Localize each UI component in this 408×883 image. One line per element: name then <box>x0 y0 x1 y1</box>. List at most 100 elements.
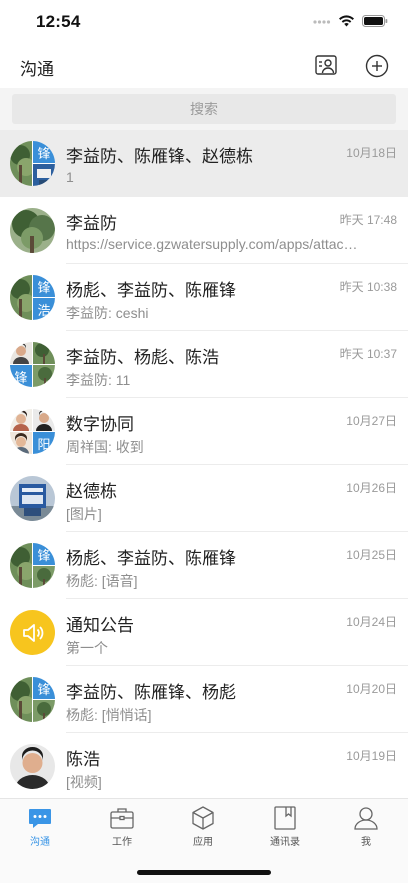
contact-card-icon <box>315 55 337 75</box>
status-time: 12:54 <box>36 12 81 31</box>
chat-item[interactable]: 锋 李益防、陈雁锋、杨彪 杨彪: [悄悄话] 10月20日 <box>0 666 408 733</box>
tree-photo <box>33 342 55 364</box>
status-icons <box>313 15 388 27</box>
signal-icon <box>313 20 331 24</box>
sign-photo <box>33 164 55 186</box>
group-avatar: 阳 <box>10 409 55 454</box>
speaker-icon <box>22 623 43 642</box>
add-button[interactable] <box>363 52 391 80</box>
tree-photo <box>10 275 32 320</box>
group-avatar: 锋 <box>10 677 55 722</box>
chat-time: 10月26日 <box>346 481 397 495</box>
tree-photo <box>33 365 55 387</box>
home-indicator <box>137 870 271 875</box>
chat-name: 杨彪、李益防、陈雁锋 <box>66 281 236 300</box>
chat-preview: [视频] <box>66 774 102 790</box>
chat-preview: 周祥国: 收到 <box>66 439 144 455</box>
group-avatar: 锋 <box>10 342 55 387</box>
tab-apps[interactable]: 应用 <box>171 805 235 848</box>
chat-item[interactable]: 李益防 https://service.gzwatersupply.com/ap… <box>0 197 408 264</box>
contact-avatar <box>10 208 55 253</box>
chat-bubble-icon <box>29 809 51 828</box>
tab-label: 沟通 <box>30 837 50 848</box>
notice-avatar <box>10 610 55 655</box>
chat-item[interactable]: 锋 浩 杨彪、李益防、陈雁锋 李益防: ceshi 昨天 10:38 <box>0 264 408 331</box>
status-bar: 12:54 <box>0 0 408 44</box>
chat-item[interactable]: 锋 杨彪、李益防、陈雁锋 杨彪: [语音] 10月25日 <box>0 532 408 599</box>
chat-time: 10月19日 <box>346 749 397 763</box>
search-bar: 搜索 <box>0 88 408 130</box>
battery-icon <box>362 15 388 27</box>
chat-name: 李益防、陈雁锋、赵德栋 <box>66 147 253 166</box>
contact-avatar <box>10 476 55 521</box>
avatar-initial: 浩 <box>33 298 55 320</box>
chat-time: 昨天 10:38 <box>339 280 397 294</box>
chat-time: 10月25日 <box>346 548 397 562</box>
chat-item[interactable]: 赵德栋 [图片] 10月26日 <box>0 465 408 532</box>
cube-icon <box>192 806 214 830</box>
chat-item[interactable]: 通知公告 第一个 10月24日 <box>0 599 408 666</box>
tree-photo <box>10 677 32 722</box>
chat-time: 10月24日 <box>346 615 397 629</box>
tree-photo <box>10 208 55 253</box>
sign-photo <box>10 476 55 521</box>
tab-label: 工作 <box>112 837 132 848</box>
avatar-initial: 锋 <box>33 275 55 297</box>
avatar-initial: 锋 <box>10 365 32 387</box>
avatar-initial: 锋 <box>33 543 55 565</box>
tab-me[interactable]: 我 <box>334 805 398 848</box>
search-input[interactable]: 搜索 <box>12 94 396 124</box>
avatar-initial: 阳 <box>33 432 55 454</box>
contact-avatar <box>10 744 55 789</box>
chat-item[interactable]: 锋 李益防、陈雁锋、赵德栋 1 10月18日 <box>0 130 408 197</box>
chat-time: 昨天 10:37 <box>339 347 397 361</box>
chat-preview: 第一个 <box>66 640 108 656</box>
chat-preview: 李益防: ceshi <box>66 305 149 321</box>
page-title: 沟通 <box>20 60 54 79</box>
tab-label: 通讯录 <box>270 837 300 848</box>
tab-chat[interactable]: 沟通 <box>8 805 72 848</box>
chat-time: 10月20日 <box>346 682 397 696</box>
chat-name: 赵德栋 <box>66 482 117 501</box>
nav-bar: 沟通 <box>0 44 408 88</box>
chat-preview: 杨彪: [语音] <box>66 573 138 589</box>
wifi-icon <box>339 15 354 27</box>
chat-preview: 1 <box>66 169 74 185</box>
chat-preview: 李益防: 11 <box>66 372 131 388</box>
chat-name: 李益防、陈雁锋、杨彪 <box>66 683 236 702</box>
chat-item[interactable]: 阳 数字协同 周祥国: 收到 10月27日 <box>0 398 408 465</box>
chat-time: 昨天 17:48 <box>339 213 397 227</box>
chat-preview: [图片] <box>66 506 102 522</box>
tree-photo <box>33 566 55 588</box>
tab-contacts[interactable]: 通讯录 <box>253 805 317 848</box>
group-avatar: 锋 浩 <box>10 275 55 320</box>
chat-time: 10月27日 <box>346 414 397 428</box>
contact-card-button[interactable] <box>312 52 340 80</box>
address-book-icon <box>274 806 296 830</box>
tree-photo <box>33 700 55 722</box>
avatar-initial: 锋 <box>33 677 55 699</box>
person-photo <box>10 744 55 789</box>
person-photo <box>10 409 32 431</box>
chat-preview: 杨彪: [悄悄话] <box>66 707 152 723</box>
chat-preview: https://service.gzwatersupply.com/apps/a… <box>66 236 358 252</box>
chat-name: 李益防 <box>66 214 117 233</box>
person-photo <box>10 432 32 454</box>
group-avatar: 锋 <box>10 543 55 588</box>
chat-name: 陈浩 <box>66 750 100 769</box>
person-photo <box>10 342 32 364</box>
tab-label: 应用 <box>193 837 213 848</box>
chat-item[interactable]: 陈浩 [视频] 10月19日 <box>0 733 408 800</box>
tab-work[interactable]: 工作 <box>90 805 154 848</box>
group-avatar: 锋 <box>10 141 55 186</box>
tree-photo <box>10 543 32 588</box>
chat-item[interactable]: 锋 李益防、杨彪、陈浩 李益防: 11 昨天 10:37 <box>0 331 408 398</box>
person-icon <box>354 807 378 830</box>
tab-label: 我 <box>361 837 371 848</box>
chat-time: 10月18日 <box>346 146 397 160</box>
person-photo <box>33 409 55 431</box>
chat-name: 李益防、杨彪、陈浩 <box>66 348 219 367</box>
plus-circle-icon <box>365 54 389 78</box>
chat-name: 通知公告 <box>66 616 134 635</box>
chat-list: 锋 李益防、陈雁锋、赵德栋 1 10月18日 李益防 https://servi… <box>0 130 408 800</box>
